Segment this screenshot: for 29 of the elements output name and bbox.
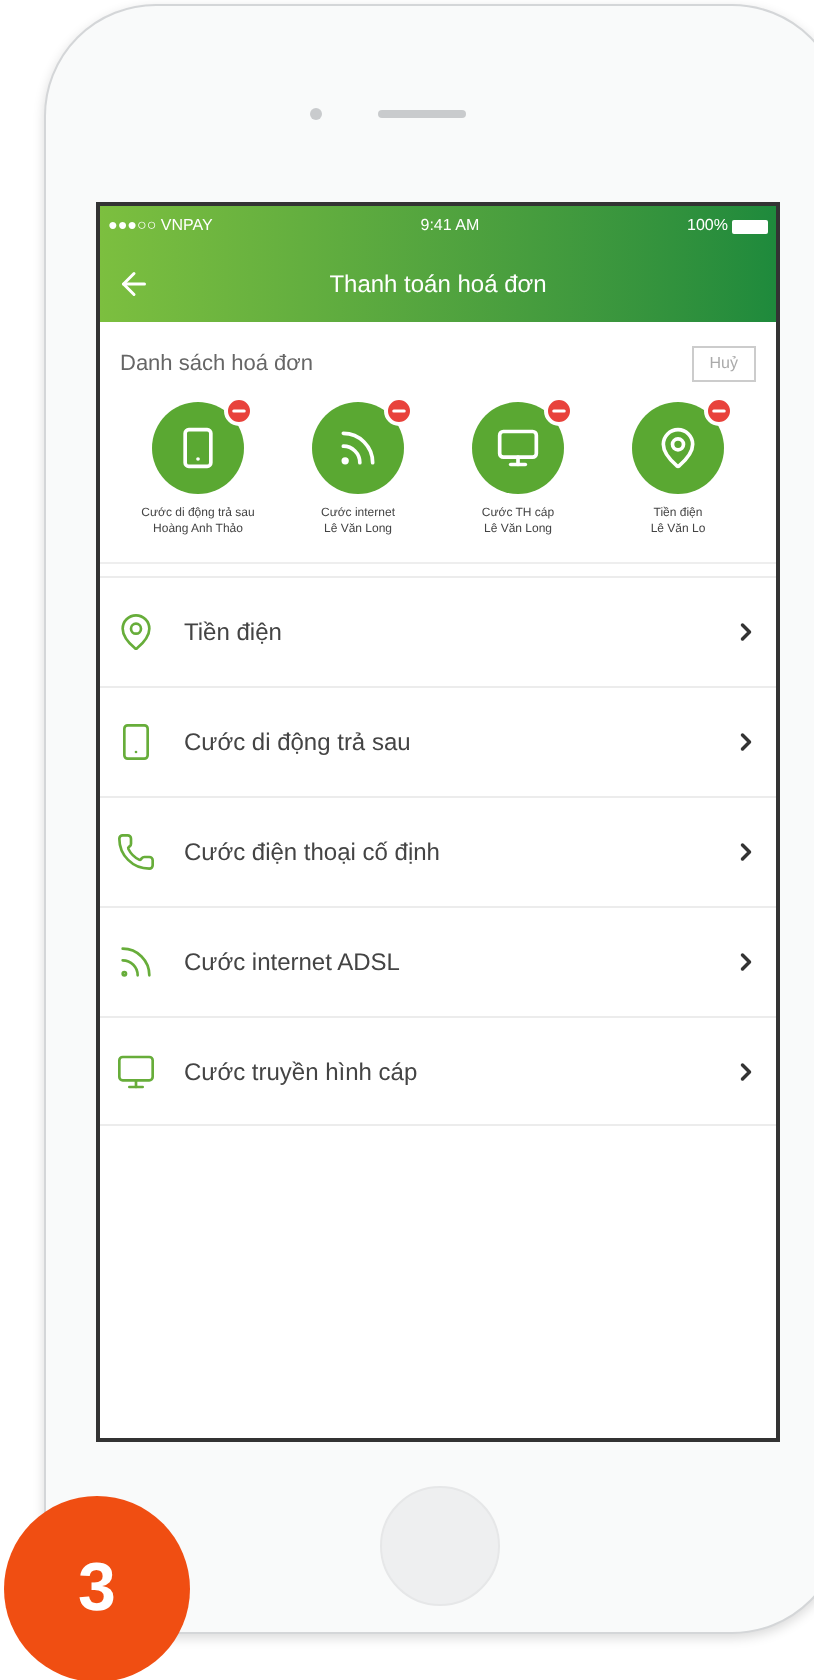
service-row[interactable]: Cước di động trả sau [100, 686, 776, 796]
service-row[interactable]: Cước truyền hình cáp [100, 1016, 776, 1126]
pin-icon [116, 612, 156, 652]
pin-icon [656, 426, 700, 470]
phone-icon [116, 832, 156, 872]
speaker-slot [378, 110, 466, 118]
remove-badge[interactable] [224, 396, 254, 426]
service-row[interactable]: Cước điện thoại cố định [100, 796, 776, 906]
carrier-text: ●●●○○ VNPAY [108, 214, 213, 238]
service-label: Tiền điện [184, 616, 284, 650]
service-row[interactable]: Cước internet ADSL [100, 906, 776, 1016]
remove-badge[interactable] [704, 396, 734, 426]
service-label: Cước di động trả sau [184, 726, 413, 760]
service-label: Cước internet ADSL [184, 946, 402, 980]
monitor-icon [116, 1051, 156, 1091]
signal-icon [336, 426, 380, 470]
remove-badge[interactable] [384, 396, 414, 426]
service-label: Cước điện thoại cố định [184, 836, 442, 870]
signal-icon [116, 942, 156, 982]
screen-title: Thanh toán hoá đơn [327, 268, 549, 302]
clock-text: 9:41 AM [420, 214, 480, 238]
service-row[interactable]: Tiền điện [100, 576, 776, 686]
section-title: Danh sách hoá đơn [120, 349, 314, 380]
service-label: Cước truyền hình cáp [184, 1055, 420, 1089]
monitor-icon [496, 426, 540, 470]
battery-icon [732, 219, 768, 233]
remove-badge[interactable] [544, 396, 574, 426]
battery-text: 100% [687, 214, 728, 238]
step-badge: 3 [4, 1496, 190, 1680]
